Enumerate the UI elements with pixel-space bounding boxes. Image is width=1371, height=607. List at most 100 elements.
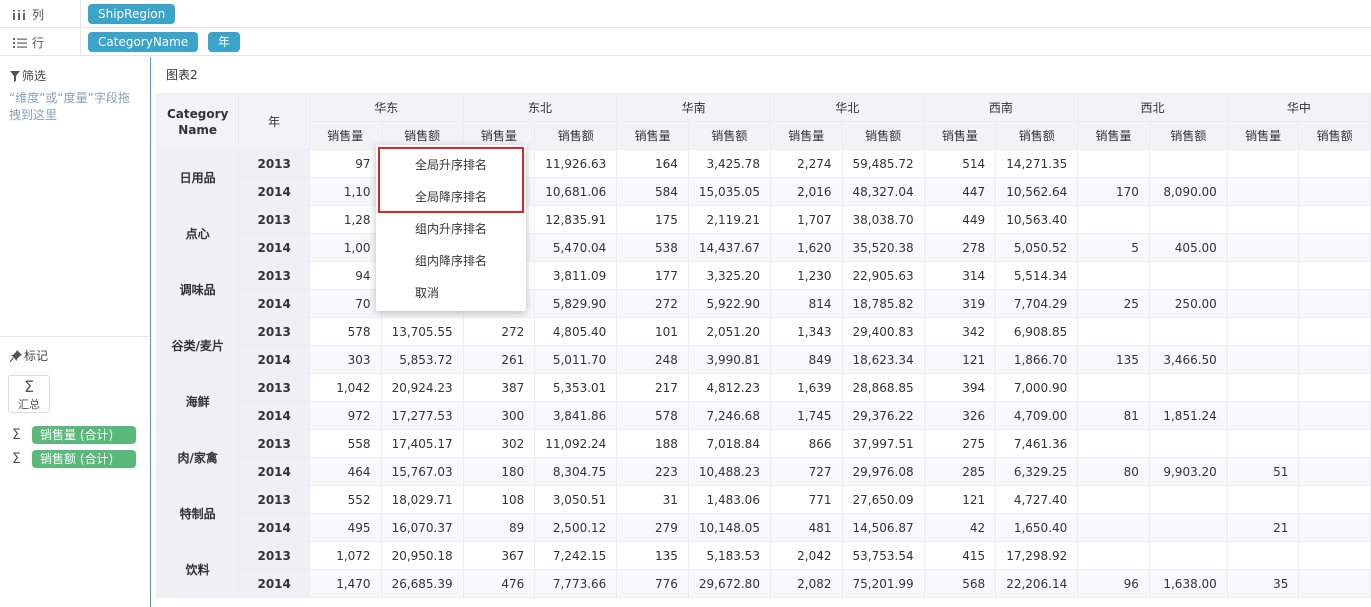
header-measure[interactable]: 销售量	[1226, 121, 1300, 150]
table-row: 2014 972 17,277.53 300 3,841.86 578 7,246.68 1,…	[157, 401, 1371, 430]
category-cell[interactable]: 点心	[156, 205, 240, 262]
category-cell[interactable]: 饮料	[156, 541, 240, 598]
header-region[interactable]: 西南	[923, 93, 1079, 122]
value-cell	[1226, 233, 1300, 262]
header-measure[interactable]: 销售量	[308, 121, 382, 150]
header-measure[interactable]: 销售量	[769, 121, 843, 150]
value-cell: 28,868.85	[841, 373, 925, 402]
header-measure[interactable]: 销售量	[923, 121, 997, 150]
category-cell[interactable]: 日用品	[156, 149, 240, 206]
value-cell: 59,485.72	[841, 149, 925, 178]
measure-pill-quantity[interactable]: 销售量 (合计)	[32, 426, 136, 444]
value-cell	[1148, 513, 1228, 542]
value-cell: 1,745	[769, 401, 843, 430]
header-category-name[interactable]: Category Name	[156, 93, 240, 150]
menu-item-global-descending[interactable]: 全局降序排名	[376, 181, 526, 213]
year-cell[interactable]: 2014	[238, 345, 310, 374]
header-measure[interactable]: 销售额	[841, 121, 925, 150]
menu-item-group-ascending[interactable]: 组内升序排名	[376, 213, 526, 245]
header-measure[interactable]: 销售量	[616, 121, 689, 150]
header-measure[interactable]: 销售额	[534, 121, 618, 150]
value-cell	[1077, 205, 1150, 234]
rows-label: 行	[32, 36, 45, 50]
value-cell: 866	[769, 429, 843, 458]
menu-item-group-descending[interactable]: 组内降序排名	[376, 245, 526, 277]
value-cell: 7,704.29	[995, 289, 1079, 318]
value-cell: 1,620	[769, 233, 843, 262]
value-cell: 314	[923, 261, 997, 290]
value-cell: 776	[616, 569, 689, 598]
header-measure[interactable]: 销售量	[1077, 121, 1150, 150]
year-cell[interactable]: 2013	[238, 205, 310, 234]
menu-item-cancel[interactable]: 取消	[376, 277, 526, 309]
header-region[interactable]: 华南	[616, 93, 771, 122]
header-year[interactable]: 年	[238, 93, 310, 150]
value-cell: 558	[308, 429, 382, 458]
value-cell: 17,298.92	[995, 541, 1079, 570]
value-cell: 175	[616, 205, 689, 234]
category-cell[interactable]: 肉/家禽	[156, 429, 240, 486]
value-cell: 108	[462, 485, 536, 514]
pill-year[interactable]: 年	[208, 32, 241, 52]
divider	[0, 336, 150, 337]
value-cell	[1226, 261, 1300, 290]
pivot-table-container[interactable]: Category Name 年 华东 东北 华南 华北 西南 西北 华中 销售量…	[156, 93, 1371, 607]
value-cell	[1148, 317, 1228, 346]
category-cell[interactable]: 特制品	[156, 485, 240, 542]
value-cell: 223	[616, 457, 689, 486]
category-cell[interactable]: 海鲜	[156, 373, 240, 430]
value-cell	[1226, 289, 1300, 318]
value-cell: 568	[923, 569, 997, 598]
value-cell: 25	[1077, 289, 1150, 318]
header-region[interactable]: 华北	[769, 93, 925, 122]
value-cell: 481	[769, 513, 843, 542]
year-cell[interactable]: 2014	[238, 513, 310, 542]
pill-shipregion[interactable]: ShipRegion	[88, 4, 176, 24]
year-cell[interactable]: 2014	[238, 457, 310, 486]
table-row: 20141,002685,470.0453814,437.671,62035,5…	[157, 233, 1371, 262]
year-cell[interactable]: 2013	[238, 541, 310, 570]
value-cell: 1,10	[308, 177, 382, 206]
year-cell[interactable]: 2013	[238, 149, 310, 178]
header-region[interactable]: 华东	[308, 93, 464, 122]
header-measure[interactable]: 销售额	[995, 121, 1079, 150]
value-cell: 476	[462, 569, 536, 598]
year-cell[interactable]: 2013	[238, 317, 310, 346]
value-cell: 250.00	[1148, 289, 1228, 318]
value-cell	[1298, 289, 1371, 318]
measure-pill-amount[interactable]: 销售额 (合计)	[32, 450, 136, 468]
header-measure[interactable]: 销售额	[1148, 121, 1228, 150]
year-cell[interactable]: 2014	[238, 233, 310, 262]
year-cell[interactable]: 2013	[238, 373, 310, 402]
year-cell[interactable]: 2013	[238, 429, 310, 458]
year-cell[interactable]: 2013	[238, 261, 310, 290]
value-cell: 18,623.34	[841, 345, 925, 374]
table-row: 肉/家禽 2013 558 17,405.17 302 11,092.24 188 7,018…	[156, 429, 1371, 486]
year-cell[interactable]: 2014	[238, 569, 310, 598]
value-cell: 552	[308, 485, 382, 514]
header-region[interactable]: 华中	[1226, 93, 1371, 122]
menu-item-global-ascending[interactable]: 全局升序排名	[376, 149, 526, 181]
year-cell[interactable]: 2013	[238, 485, 310, 514]
value-cell	[1226, 485, 1300, 514]
value-cell: 3,811.09	[534, 261, 618, 290]
filter-drop-zone[interactable]: “维度”或“度量”字段拖拽到这里	[9, 90, 139, 124]
value-cell: 17,277.53	[380, 401, 464, 430]
header-region[interactable]: 东北	[462, 93, 618, 122]
header-region[interactable]: 西北	[1077, 93, 1228, 122]
header-measure[interactable]: 销售额	[1298, 121, 1371, 150]
header-measure[interactable]: 销售额	[687, 121, 771, 150]
pill-categoryname[interactable]: CategoryName	[88, 32, 199, 52]
table-row: 谷类/麦片 2013 578 13,705.55 272 4,805.40 101 2,051…	[156, 317, 1371, 374]
value-cell: 4,805.40	[534, 317, 618, 346]
summary-button[interactable]: Σ 汇总	[8, 375, 50, 413]
value-cell: 5,829.90	[534, 289, 618, 318]
rows-shelf-label: 行	[12, 34, 44, 51]
year-cell[interactable]: 2014	[238, 177, 310, 206]
shelf-divider	[80, 0, 81, 28]
year-cell[interactable]: 2014	[238, 289, 310, 318]
year-cell[interactable]: 2014	[238, 401, 310, 430]
chart-area: 图表2 Category Name 年 华东 东北 华南 华北 西南 西北 华中…	[152, 57, 1371, 607]
category-cell[interactable]: 调味品	[156, 261, 240, 318]
category-cell[interactable]: 谷类/麦片	[156, 317, 240, 374]
